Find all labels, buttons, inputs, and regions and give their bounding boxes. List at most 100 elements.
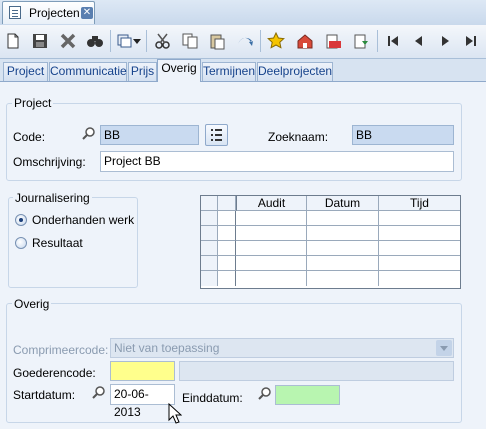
import-button[interactable] [351,30,373,52]
grid-cell[interactable] [379,256,460,271]
grid-row-selector[interactable] [201,226,218,241]
toolbar-separator [110,30,111,52]
comprimeercode-label: Comprimeercode: [13,343,109,357]
omschrijving-label: Omschrijving: [13,155,86,169]
grid-header-audit[interactable]: Audit [236,196,307,211]
find-icon [87,36,103,47]
radio-onderhanden-werk[interactable] [15,214,27,226]
projects-icon [9,6,21,19]
favorite-icon [267,32,285,49]
goederencode-description [179,361,454,381]
table-row[interactable] [218,271,236,286]
startdatum-field[interactable]: 20-06-2013 [110,384,175,419]
grid-cell[interactable] [379,211,460,226]
grid-cell[interactable] [236,211,307,226]
grid-row-selector[interactable] [201,241,218,256]
export-icon [326,34,341,49]
grid-cell[interactable] [236,256,307,271]
list-button[interactable] [205,124,228,146]
project-group-title: Project [12,96,54,110]
next-record-button[interactable] [434,30,456,52]
grid-cell[interactable] [236,271,307,286]
tab-project[interactable]: Project [3,62,48,81]
startdatum-label: Startdatum: [13,388,76,402]
grid-cell[interactable] [379,241,460,256]
cut-button[interactable] [152,30,174,52]
first-record-button[interactable] [382,30,404,52]
grid-cell[interactable] [307,241,379,256]
zoeknaam-field[interactable]: BB [352,125,454,145]
table-row[interactable] [218,211,236,226]
table-row[interactable] [218,256,236,271]
einddatum-label: Einddatum: [182,391,243,405]
grid-indicator-header [218,196,236,211]
tab-prijs[interactable]: Prijs [128,62,157,81]
import-icon [354,34,368,49]
save-button[interactable] [29,30,51,52]
goederencode-field[interactable] [110,361,175,381]
magnifier-icon[interactable] [82,127,96,141]
document-tab-projecten[interactable]: Projecten ✕ [2,1,95,24]
journalisering-group-title: Journalisering [13,191,92,205]
document-tab-strip: Projecten ✕ [0,0,486,26]
grid-cell[interactable] [236,226,307,241]
grid-cell[interactable] [307,226,379,241]
grid-cell[interactable] [307,211,379,226]
grid-cell[interactable] [307,271,379,286]
tab-communicatie[interactable]: Communicatie [49,62,127,81]
next-record-icon [442,36,449,46]
save-icon [33,34,47,48]
dropdown-button[interactable] [436,340,452,356]
cut-icon [155,33,170,49]
last-record-icon [466,36,476,46]
favorite-button[interactable] [265,30,287,52]
home-icon [297,34,313,49]
last-record-button[interactable] [460,30,482,52]
new-button[interactable] [2,30,24,52]
table-row[interactable] [218,241,236,256]
document-tab-label: Projecten [29,6,80,20]
undo-icon [238,37,253,46]
goederencode-label: Goederencode: [13,366,96,380]
grid-header-tijd[interactable]: Tijd [379,196,460,211]
close-tab-icon[interactable]: ✕ [81,7,93,19]
export-button[interactable] [323,30,345,52]
find-button[interactable] [84,30,106,52]
grid-row-selector[interactable] [201,271,218,286]
omschrijving-field[interactable]: Project BB [100,151,454,172]
table-row[interactable] [218,226,236,241]
zoeknaam-label: Zoeknaam: [268,130,329,144]
chevron-down-icon [133,39,141,44]
copy-button[interactable] [179,30,201,52]
einddatum-field[interactable] [275,385,340,405]
comprimeercode-select[interactable]: Niet van toepassing [110,338,454,358]
undo-button[interactable] [234,30,256,52]
tab-termijnen[interactable]: Termijnen [202,62,256,81]
grid-row-selector[interactable] [201,256,218,271]
tab-deelprojecten[interactable]: Deelprojecten [257,62,333,81]
radio-label-resultaat[interactable]: Resultaat [32,236,83,250]
home-button[interactable] [294,30,316,52]
copy-icon [182,33,198,49]
grid-cell[interactable] [236,241,307,256]
radio-label-onderhanden-werk[interactable]: Onderhanden werk [32,213,134,227]
grid-cell[interactable] [379,271,460,286]
previous-record-button[interactable] [408,30,430,52]
delete-button[interactable] [57,30,79,52]
grid-corner [201,196,218,211]
code-label: Code: [13,130,46,144]
audit-grid[interactable]: Audit Datum Tijd [200,195,461,289]
grid-row-selector[interactable] [201,211,218,226]
code-field[interactable]: BB [100,125,199,145]
grid-cell[interactable] [307,256,379,271]
grid-header-datum[interactable]: Datum [307,196,379,211]
toolbar-separator [146,30,147,52]
magnifier-icon[interactable] [92,386,106,400]
paste-button[interactable] [206,30,228,52]
magnifier-icon[interactable] [258,387,272,401]
first-record-icon [388,36,398,46]
filter-dropdown-arrow[interactable] [131,30,143,52]
grid-cell[interactable] [379,226,460,241]
tab-overig[interactable]: Overig [157,59,201,82]
radio-resultaat[interactable] [15,237,27,249]
